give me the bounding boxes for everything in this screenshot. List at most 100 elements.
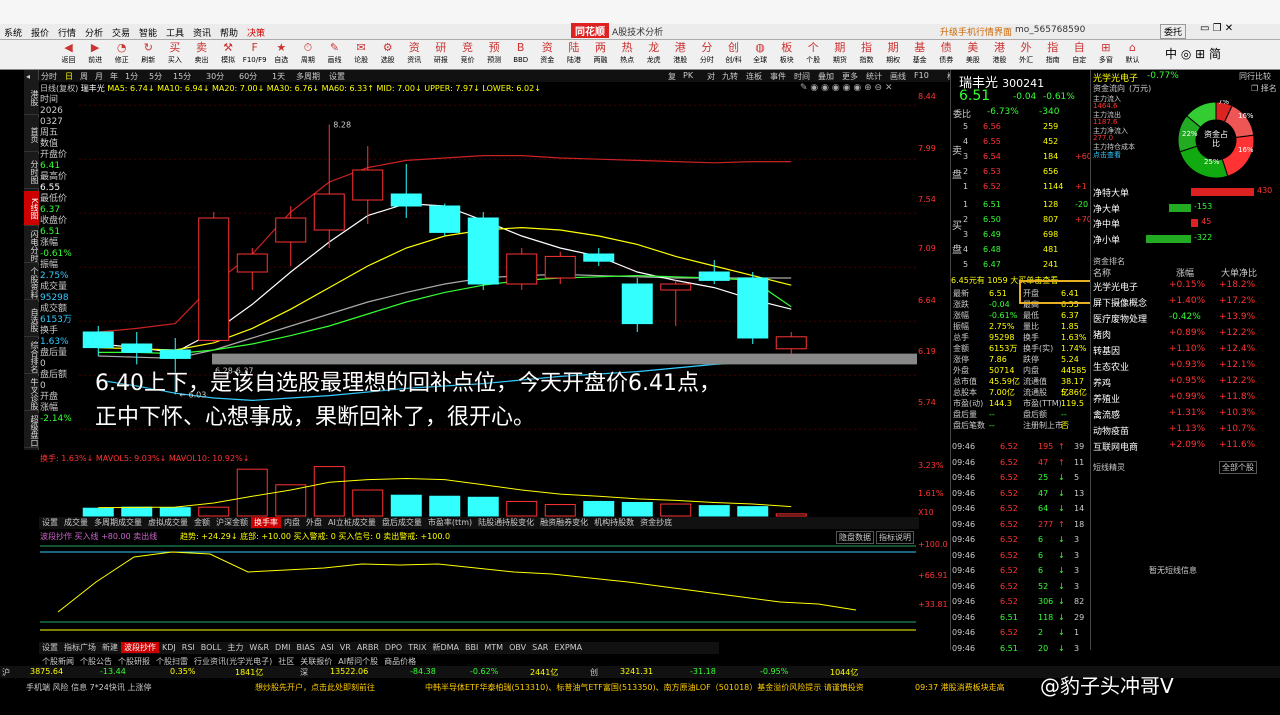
- toolbar-btn-0[interactable]: ◀ 返回: [56, 41, 81, 69]
- status-ad[interactable]: 想炒股先开户，点击此处即刻前往: [255, 682, 375, 693]
- candle[interactable]: [275, 206, 307, 266]
- toolbar-btn-9[interactable]: ⏱ 周期: [295, 41, 320, 69]
- leftnav-1[interactable]: 首页: [24, 117, 39, 152]
- period-3[interactable]: 月: [95, 71, 103, 82]
- vol-tab-3[interactable]: 虚拟成交量: [145, 517, 191, 528]
- vol-tab-14[interactable]: 机构持股数: [591, 517, 637, 528]
- toolbar-btn-20[interactable]: 两两融: [588, 41, 613, 69]
- period-6[interactable]: 5分: [149, 71, 162, 82]
- vol-tab-1[interactable]: 成交量: [61, 517, 91, 528]
- leftnav-0[interactable]: 港股: [24, 80, 39, 115]
- rank-row[interactable]: 互联网电商 +2.09% +11.6%: [1091, 440, 1280, 456]
- jingling-filter[interactable]: 全部个股: [1219, 461, 1257, 474]
- tool-3[interactable]: 九转: [722, 71, 738, 82]
- toolbar-btn-34[interactable]: 美美股: [960, 41, 985, 69]
- leftnav-8[interactable]: 牛叉诊股: [24, 376, 39, 411]
- toolbar-btn-10[interactable]: ✎ 画线: [322, 41, 347, 69]
- toolbar-btn-25[interactable]: 创创/科: [721, 41, 746, 69]
- toolbar-btn-6[interactable]: ⚒ 模拟: [216, 41, 241, 69]
- tool-5[interactable]: 事件: [770, 71, 786, 82]
- ask-row[interactable]: 2 6.53 656: [951, 167, 1091, 182]
- toolbar-btn-5[interactable]: 卖卖出: [189, 41, 214, 69]
- toolbar-btn-35[interactable]: 港港股: [987, 41, 1012, 69]
- candle[interactable]: [583, 248, 615, 266]
- ind-tab-10[interactable]: BIAS: [293, 643, 317, 652]
- vol-tab-12[interactable]: 陆股通持股变化: [475, 517, 537, 528]
- toolbar-btn-24[interactable]: 分分时: [694, 41, 719, 69]
- simplified-button[interactable]: 简: [1209, 47, 1221, 61]
- vol-tab-10[interactable]: 盘后成交量: [379, 517, 425, 528]
- ind-tab-4[interactable]: KDJ: [159, 643, 179, 652]
- ind-tab-21[interactable]: EXPMA: [551, 643, 585, 652]
- menu-5[interactable]: 智能: [139, 26, 157, 39]
- tool-0[interactable]: 复: [668, 71, 676, 82]
- menu-0[interactable]: 系统: [4, 26, 22, 39]
- rank-header-1[interactable]: 涨幅: [1176, 266, 1194, 279]
- menu-1[interactable]: 报价: [31, 26, 49, 39]
- rank-row[interactable]: 生态农业 +0.93% +12.1%: [1091, 360, 1280, 376]
- ind-tab-1[interactable]: 指标广场: [61, 642, 99, 653]
- menu-2[interactable]: 行情: [58, 26, 76, 39]
- candle[interactable]: [429, 203, 461, 236]
- rank-header-2[interactable]: 大单净比: [1221, 266, 1257, 279]
- leftnav-3[interactable]: K线图: [24, 191, 39, 226]
- ind-tab-0[interactable]: 设置: [39, 642, 61, 653]
- bid-row[interactable]: 5 6.47 241: [951, 260, 1091, 275]
- ind-tab-8[interactable]: W&R: [246, 643, 272, 652]
- close-icon[interactable]: ✕: [1225, 23, 1233, 34]
- flow-value-3[interactable]: 点击查看: [1093, 150, 1121, 160]
- status-left[interactable]: 手机端 风险 信息 7*24快讯 上涨停: [26, 682, 151, 693]
- vol-tab-7[interactable]: 内盘: [281, 517, 303, 528]
- ind-tab-6[interactable]: BOLL: [198, 643, 225, 652]
- bid-row[interactable]: 2 6.50 807 +70: [951, 215, 1092, 230]
- period-7[interactable]: 15分: [173, 71, 191, 82]
- tool-1[interactable]: PK: [683, 71, 693, 80]
- bid-row[interactable]: 4 6.48 481: [951, 245, 1091, 260]
- volume-chart[interactable]: [79, 462, 917, 517]
- toolbar-btn-31[interactable]: 期期权: [881, 41, 906, 69]
- candle[interactable]: [313, 124, 345, 248]
- menu-6[interactable]: 工具: [166, 26, 184, 39]
- ind-tab-7[interactable]: 主力: [224, 642, 246, 653]
- candle[interactable]: [390, 164, 422, 218]
- bid-row[interactable]: 1 6.51 128 -20: [951, 200, 1091, 215]
- candle[interactable]: [121, 332, 153, 365]
- candle[interactable]: [467, 212, 499, 290]
- menu-4[interactable]: 交易: [112, 26, 130, 39]
- toolbar-btn-33[interactable]: 债债券: [934, 41, 959, 69]
- rank-row[interactable]: 光学光电子 +0.15% +18.2%: [1091, 280, 1280, 296]
- toolbar-btn-38[interactable]: 自自定: [1067, 41, 1092, 69]
- rank-row[interactable]: 屏下摄像概念 +1.40% +17.2%: [1091, 296, 1280, 312]
- toolbar-btn-32[interactable]: 基基金: [907, 41, 932, 69]
- ask-row[interactable]: 4 6.55 452: [951, 137, 1091, 152]
- ind-tab-12[interactable]: VR: [337, 643, 354, 652]
- toolbar-btn-37[interactable]: 指指南: [1040, 41, 1065, 69]
- candle[interactable]: [236, 248, 268, 290]
- ind-tab-17[interactable]: BBI: [462, 643, 481, 652]
- period-0[interactable]: 分时: [41, 71, 57, 82]
- ind-tab-9[interactable]: DMI: [272, 643, 293, 652]
- toolbar-btn-19[interactable]: 陆陆港: [561, 41, 586, 69]
- vol-tab-0[interactable]: 设置: [39, 517, 61, 528]
- candle[interactable]: [660, 280, 692, 326]
- period-8[interactable]: 30分: [206, 71, 224, 82]
- menu-7[interactable]: 资讯: [193, 26, 211, 39]
- entrust-button[interactable]: 委托: [1160, 24, 1187, 39]
- ind-tab-5[interactable]: RSI: [179, 643, 198, 652]
- ind-tab-14[interactable]: DPO: [382, 643, 405, 652]
- toolbar-btn-21[interactable]: 热热点: [615, 41, 640, 69]
- toolbar-btn-1[interactable]: ▶ 前进: [83, 41, 108, 69]
- toolbar-btn-26[interactable]: ◍ 全球: [748, 41, 773, 69]
- rank-row[interactable]: 养殖业 +0.99% +11.8%: [1091, 392, 1280, 408]
- tool-8[interactable]: 更多: [842, 71, 858, 82]
- rank-row[interactable]: 禽流感 +1.31% +10.3%: [1091, 408, 1280, 424]
- leftnav-collapse-icon[interactable]: ◂: [26, 72, 38, 81]
- ask-row[interactable]: 5 6.56 259: [951, 122, 1091, 137]
- toolbar-btn-4[interactable]: 买买入: [162, 41, 187, 69]
- menu-3[interactable]: 分析: [85, 26, 103, 39]
- toolbar-btn-29[interactable]: 期期货: [827, 41, 852, 69]
- period-1[interactable]: 日: [65, 71, 73, 82]
- peer-compare-link[interactable]: 同行比较: [1239, 71, 1271, 82]
- rank-row[interactable]: 动物疫苗 +1.13% +10.7%: [1091, 424, 1280, 440]
- ind-tab-16[interactable]: 新DMA: [429, 642, 462, 653]
